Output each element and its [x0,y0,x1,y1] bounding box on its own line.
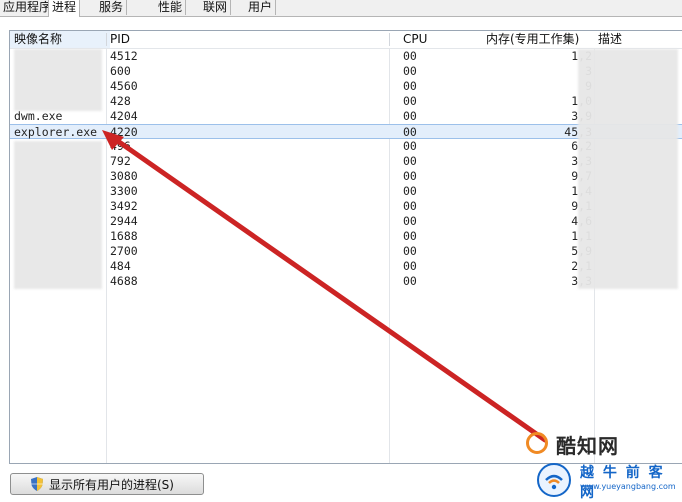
cell-pid: 4204 [110,109,138,123]
cell-cpu: 00 [403,199,417,213]
cell-cpu: 00 [403,274,417,288]
wifi-logo-icon [537,463,571,497]
tab-performance[interactable]: 性能 [155,0,187,15]
cell-cpu: 00 [403,259,417,273]
show-all-users-processes-label: 显示所有用户的进程(S) [49,477,174,492]
cell-pid: 1688 [110,229,138,243]
cell-cpu: 00 [403,154,417,168]
watermark-kuzhi: 酷知网 [526,426,676,460]
cell-pid: 3492 [110,199,138,213]
col-header-cpu[interactable]: CPU [403,31,463,48]
cell-pid: 4512 [110,49,138,63]
cell-pid: 2700 [110,244,138,258]
cell-cpu: 00 [403,64,417,78]
cell-cpu: 00 [403,49,417,63]
cell-cpu: 00 [403,184,417,198]
cell-pid: 3080 [110,169,138,183]
cell-pid: 428 [110,94,131,108]
cell-cpu: 00 [403,79,417,93]
kuzhi-logo-icon [526,432,548,454]
watermark-url: www.yueyangbang.com [580,482,676,491]
cell-cpu: 00 [403,214,417,228]
cell-cpu: 00 [403,244,417,258]
cell-pid: 484 [110,259,131,273]
cell-cpu: 00 [403,169,417,183]
list-header: 映像名称 PID CPU 内存(专用工作集) 描述 [10,31,682,49]
uac-shield-icon [31,477,43,491]
cell-cpu: 00 [403,94,417,108]
cell-cpu: 00 [403,139,417,153]
watermark-yueyang: 越 牛 前 客 网 www.yueyangbang.com [536,460,682,501]
blurred-region [14,141,102,289]
col-header-image-name[interactable]: 映像名称 [10,31,110,48]
column-divider[interactable] [106,33,107,46]
column-divider[interactable] [389,33,390,46]
blurred-region [578,49,678,289]
cell-pid: 4688 [110,274,138,288]
cell-pid: 792 [110,154,131,168]
cell-pid: 4560 [110,79,138,93]
cell-pid: 4220 [110,125,138,139]
tab-networking[interactable]: 联网 [200,0,232,15]
process-list[interactable]: 映像名称 PID CPU 内存(专用工作集) 描述 4512001,260000… [9,30,682,464]
blurred-region [14,49,102,111]
tab-applications[interactable]: 应用程序 [0,0,56,15]
cell-cpu: 00 [403,125,417,139]
cell-pid: 600 [110,64,131,78]
cell-pid: 3300 [110,184,138,198]
col-header-pid[interactable]: PID [110,31,380,48]
tab-users[interactable]: 用户 [245,0,277,15]
cell-pid: 2944 [110,214,138,228]
tab-services[interactable]: 服务 [96,0,128,15]
col-header-memory[interactable]: 内存(专用工作集) [486,31,594,48]
cell-cpu: 00 [403,229,417,243]
tab-processes[interactable]: 进程 [48,0,81,17]
watermark-brand1: 酷知网 [556,434,619,458]
cell-image-name: dwm.exe [14,109,63,123]
cell-image-name: explorer.exe [14,125,98,139]
show-all-users-processes-button[interactable]: 显示所有用户的进程(S) [10,473,204,495]
col-header-description[interactable]: 描述 [598,31,668,48]
tab-strip: 应用程序 进程 服务 性能 联网 用户 [0,0,682,17]
cell-pid: 496 [110,139,131,153]
cell-cpu: 00 [403,109,417,123]
